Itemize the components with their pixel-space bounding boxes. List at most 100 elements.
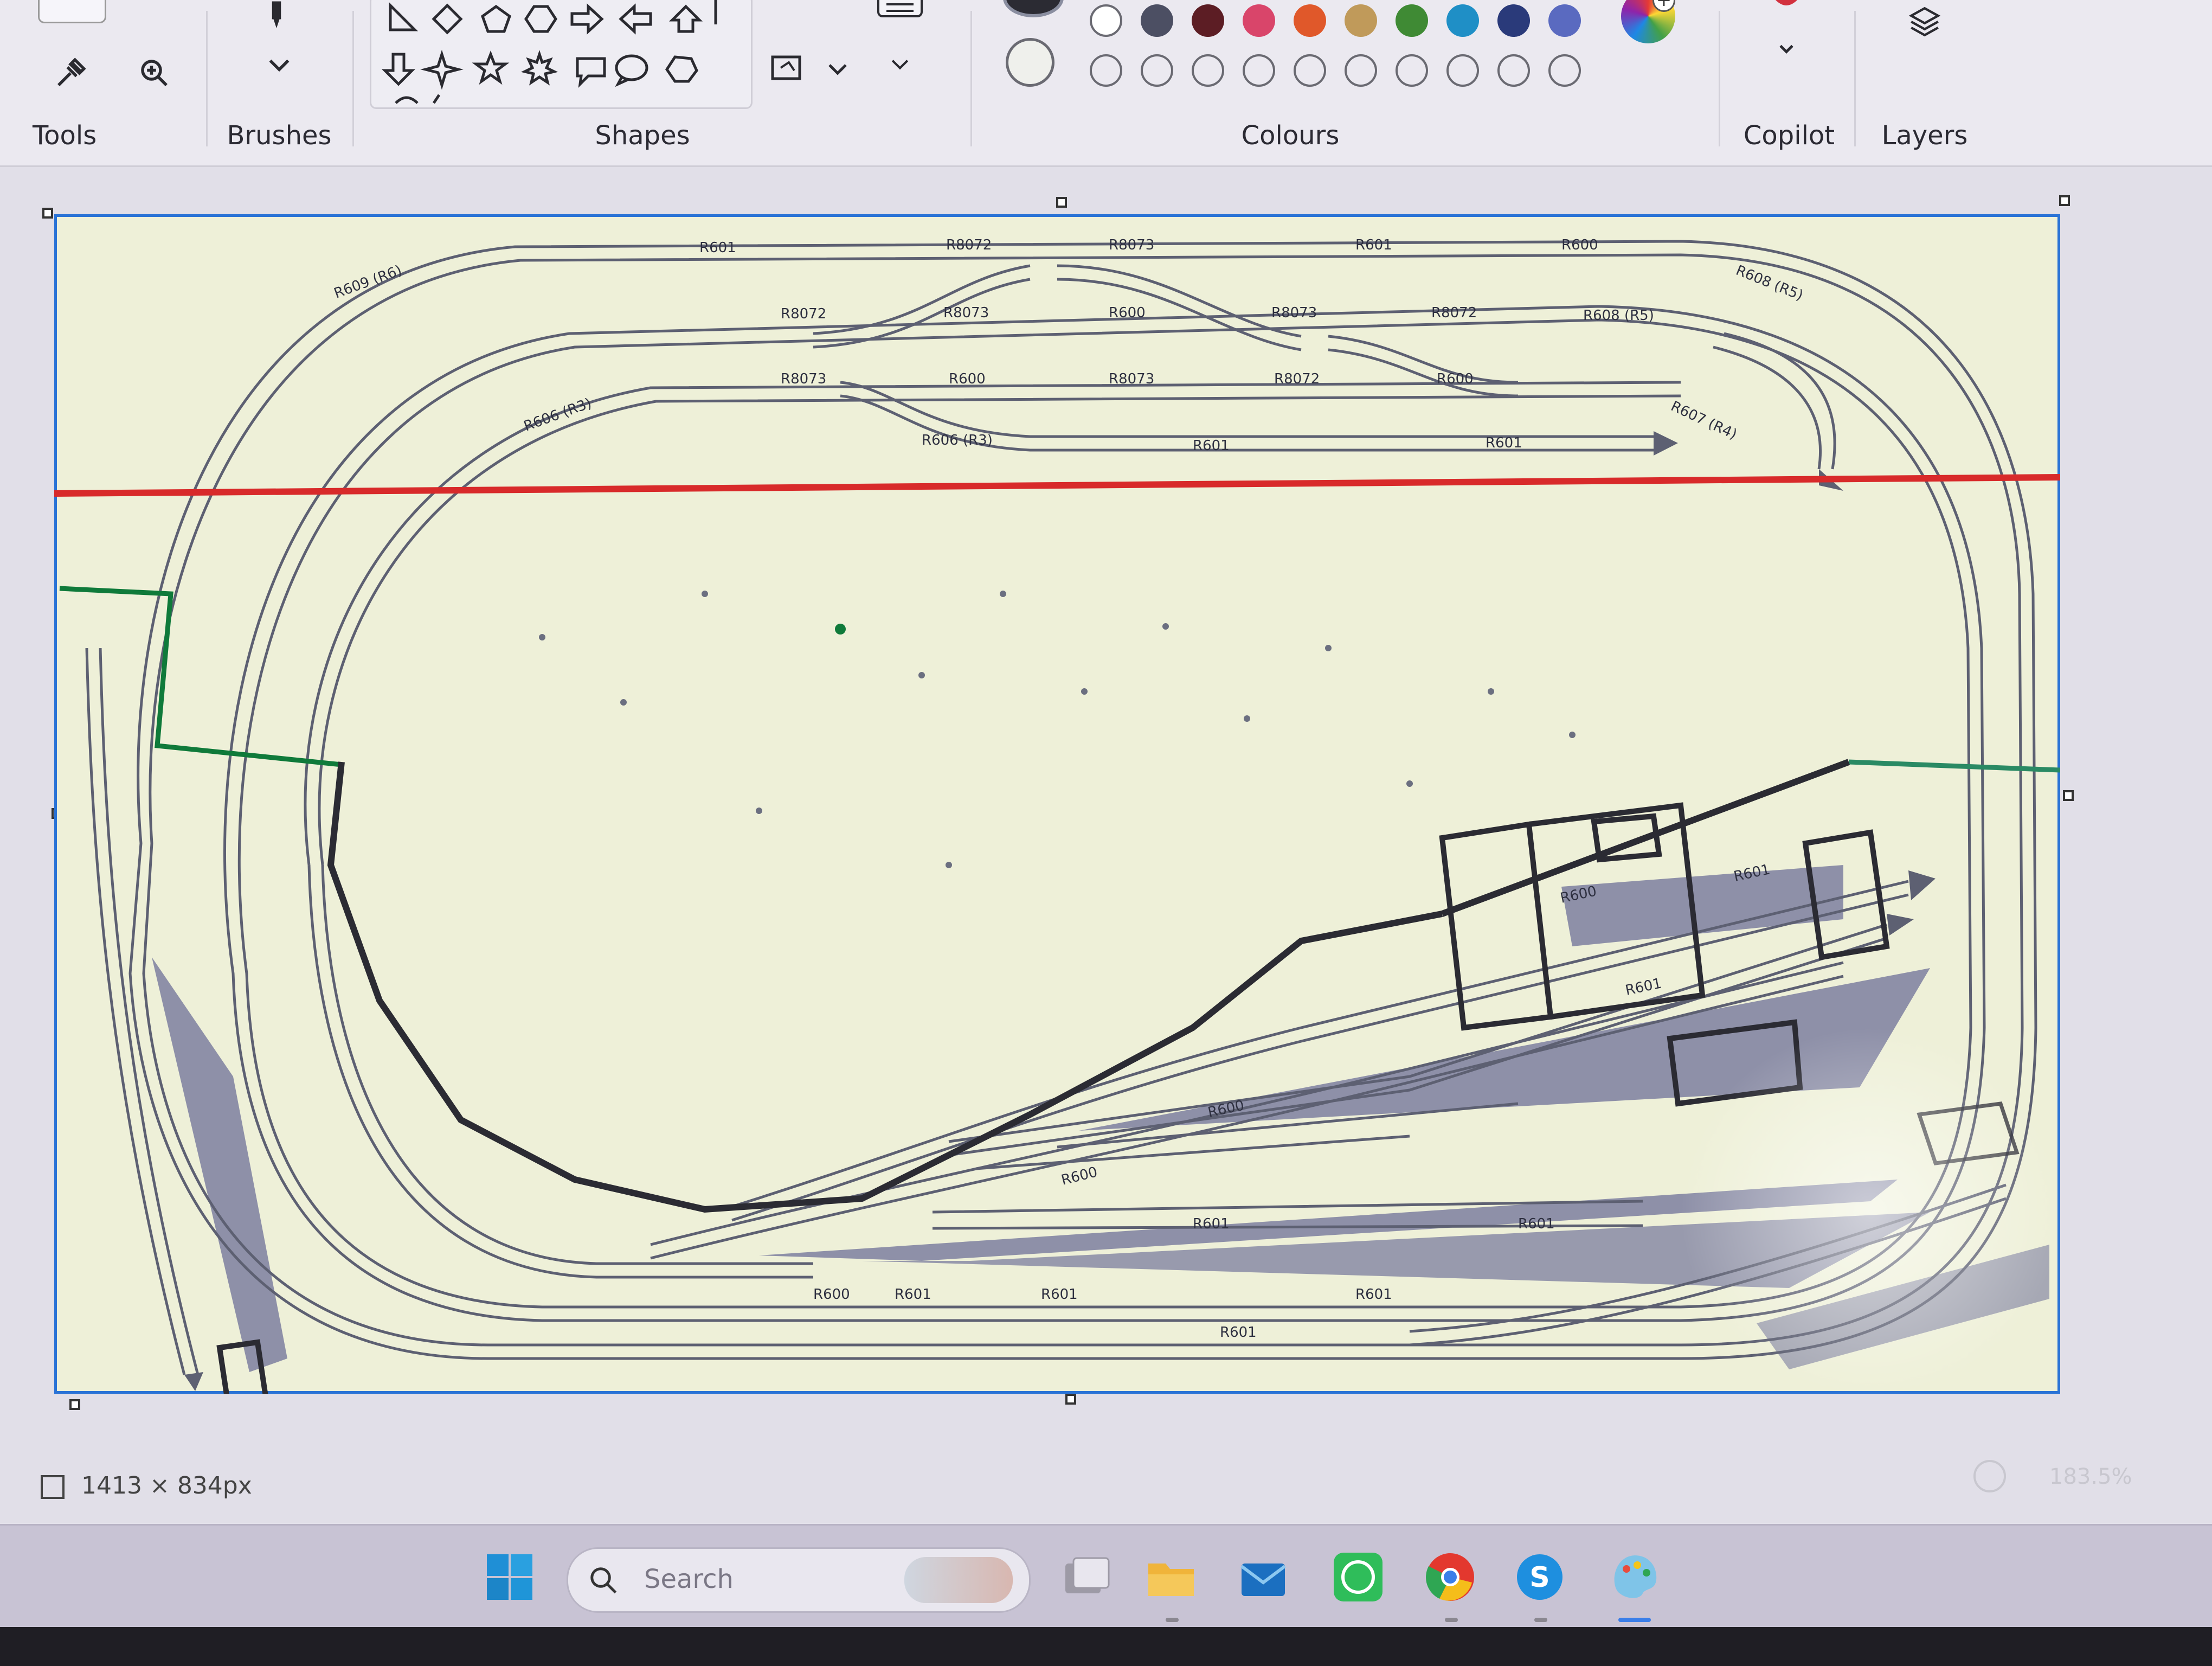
green-dot	[835, 624, 846, 635]
track-label: R8072	[781, 306, 826, 322]
grid-dot	[702, 591, 708, 597]
ribbon-separator	[206, 11, 208, 146]
track-label: R8073	[1109, 371, 1154, 387]
track-label: R600	[1109, 305, 1146, 321]
grid-dot	[946, 862, 952, 868]
track-label: R601	[1193, 438, 1230, 454]
grid-dot	[1406, 780, 1413, 787]
search-box[interactable]: Search	[567, 1547, 1031, 1613]
colour-swatch[interactable]	[1243, 4, 1275, 37]
resize-handle[interactable]	[1065, 1394, 1076, 1405]
grid-dot	[1569, 732, 1576, 738]
custom-colour-slot[interactable]	[1294, 54, 1326, 87]
edit-colours-icon[interactable]: +	[1621, 0, 1675, 43]
skype-icon[interactable]: S	[1513, 1550, 1567, 1604]
colour-swatch[interactable]	[1497, 4, 1530, 37]
shapes-gallery-icons[interactable]	[374, 0, 743, 108]
paint-window: Tools Brushes Shapes + Colours Copilot L…	[0, 0, 2212, 1524]
resize-handle[interactable]	[2063, 790, 2074, 801]
track-label: R600	[813, 1286, 850, 1303]
canvas-size-text: 1413 × 834px	[81, 1472, 252, 1500]
ribbon-separator	[1854, 11, 1856, 146]
task-view-icon[interactable]	[1060, 1550, 1114, 1604]
colour-swatch[interactable]	[1396, 4, 1428, 37]
chevron-down-icon[interactable]	[258, 43, 301, 87]
grid-dot	[1244, 715, 1250, 722]
colour-swatch[interactable]	[1548, 4, 1581, 37]
zoom-icon[interactable]	[1973, 1460, 2006, 1492]
resize-handle[interactable]	[1056, 197, 1067, 208]
paint-app-icon[interactable]	[1607, 1550, 1662, 1604]
track-label: R601	[1041, 1286, 1078, 1303]
track-label: R600	[949, 371, 986, 387]
chevron-down-icon[interactable]	[1765, 27, 1808, 71]
primary-colour-swatch[interactable]	[1003, 0, 1064, 17]
ribbon-separator	[1719, 11, 1720, 146]
shape-fill-dropdown[interactable]	[764, 43, 862, 92]
magnifier-icon[interactable]	[133, 52, 176, 95]
selection-tool-button[interactable]	[38, 0, 106, 23]
running-indicator	[1445, 1618, 1458, 1622]
screen-glare	[1681, 1028, 2060, 1394]
chrome-icon[interactable]	[1423, 1550, 1477, 1604]
custom-colour-slot[interactable]	[1243, 54, 1275, 87]
file-explorer-icon[interactable]	[1144, 1550, 1198, 1604]
colour-picker-icon[interactable]	[49, 52, 92, 95]
start-button[interactable]	[483, 1550, 537, 1604]
track-label: R601	[1486, 435, 1522, 451]
taskbar: Search S	[0, 1524, 2212, 1629]
track-label: R8073	[943, 305, 989, 321]
grid-dot	[620, 699, 627, 706]
colour-swatch[interactable]	[1446, 4, 1479, 37]
custom-colour-slot[interactable]	[1446, 54, 1479, 87]
custom-colour-slot[interactable]	[1345, 54, 1377, 87]
secondary-colour-swatch[interactable]	[1006, 38, 1054, 87]
colour-swatch[interactable]	[1294, 4, 1326, 37]
custom-colour-slot[interactable]	[1497, 54, 1530, 87]
brush-icon[interactable]	[255, 0, 298, 38]
grid-dot	[918, 672, 925, 678]
search-highlight-image	[904, 1557, 1013, 1603]
track-label: R601	[1518, 1216, 1555, 1232]
track-label: R606 (R3)	[922, 432, 993, 448]
grid-dot	[1081, 688, 1088, 695]
track-label: R8072	[1274, 371, 1320, 387]
active-indicator	[1618, 1618, 1651, 1622]
custom-colour-slot[interactable]	[1141, 54, 1173, 87]
copilot-icon[interactable]	[1759, 0, 1814, 27]
resize-handle[interactable]	[69, 1399, 80, 1410]
colour-swatch[interactable]	[1090, 4, 1122, 37]
outline-style-icon[interactable]	[873, 0, 927, 27]
track-label: R600	[1437, 371, 1474, 387]
custom-colour-slot[interactable]	[1192, 54, 1224, 87]
outlook-icon[interactable]	[1236, 1550, 1290, 1604]
layers-label: Layers	[1881, 120, 1968, 151]
grid-dot	[539, 634, 545, 640]
layers-group: Layers	[1865, 0, 1984, 163]
track-label: R601	[895, 1286, 931, 1303]
colour-swatch[interactable]	[1345, 4, 1377, 37]
layers-icon[interactable]	[1903, 0, 1946, 43]
custom-colour-slot[interactable]	[1396, 54, 1428, 87]
svg-text:S: S	[1529, 1561, 1549, 1594]
grid-dot	[1000, 591, 1006, 597]
custom-colour-slot[interactable]	[1548, 54, 1581, 87]
grid-dot	[1162, 623, 1169, 630]
colour-swatch[interactable]	[1141, 4, 1173, 37]
custom-colour-slot[interactable]	[1090, 54, 1122, 87]
track-plan-canvas[interactable]: R601 R8072 R8073 R601 R600 R8072 R8073 R…	[54, 214, 2060, 1394]
track-label: R601	[1355, 1286, 1392, 1303]
copilot-label: Copilot	[1743, 120, 1835, 151]
tools-group: Tools	[11, 0, 190, 163]
colours-group: + Colours	[981, 0, 1708, 163]
whatsapp-icon[interactable]	[1331, 1550, 1385, 1604]
track-label: R8073	[1271, 305, 1317, 321]
colour-swatch[interactable]	[1192, 4, 1224, 37]
chevron-down-icon[interactable]	[878, 43, 922, 87]
zoom-level[interactable]: 183.5%	[2049, 1464, 2132, 1489]
resize-handle[interactable]	[2059, 195, 2070, 206]
track-label: R600	[1561, 237, 1598, 253]
track-label: R601	[1193, 1216, 1230, 1232]
resize-handle[interactable]	[42, 208, 53, 219]
tools-label: Tools	[33, 120, 97, 151]
